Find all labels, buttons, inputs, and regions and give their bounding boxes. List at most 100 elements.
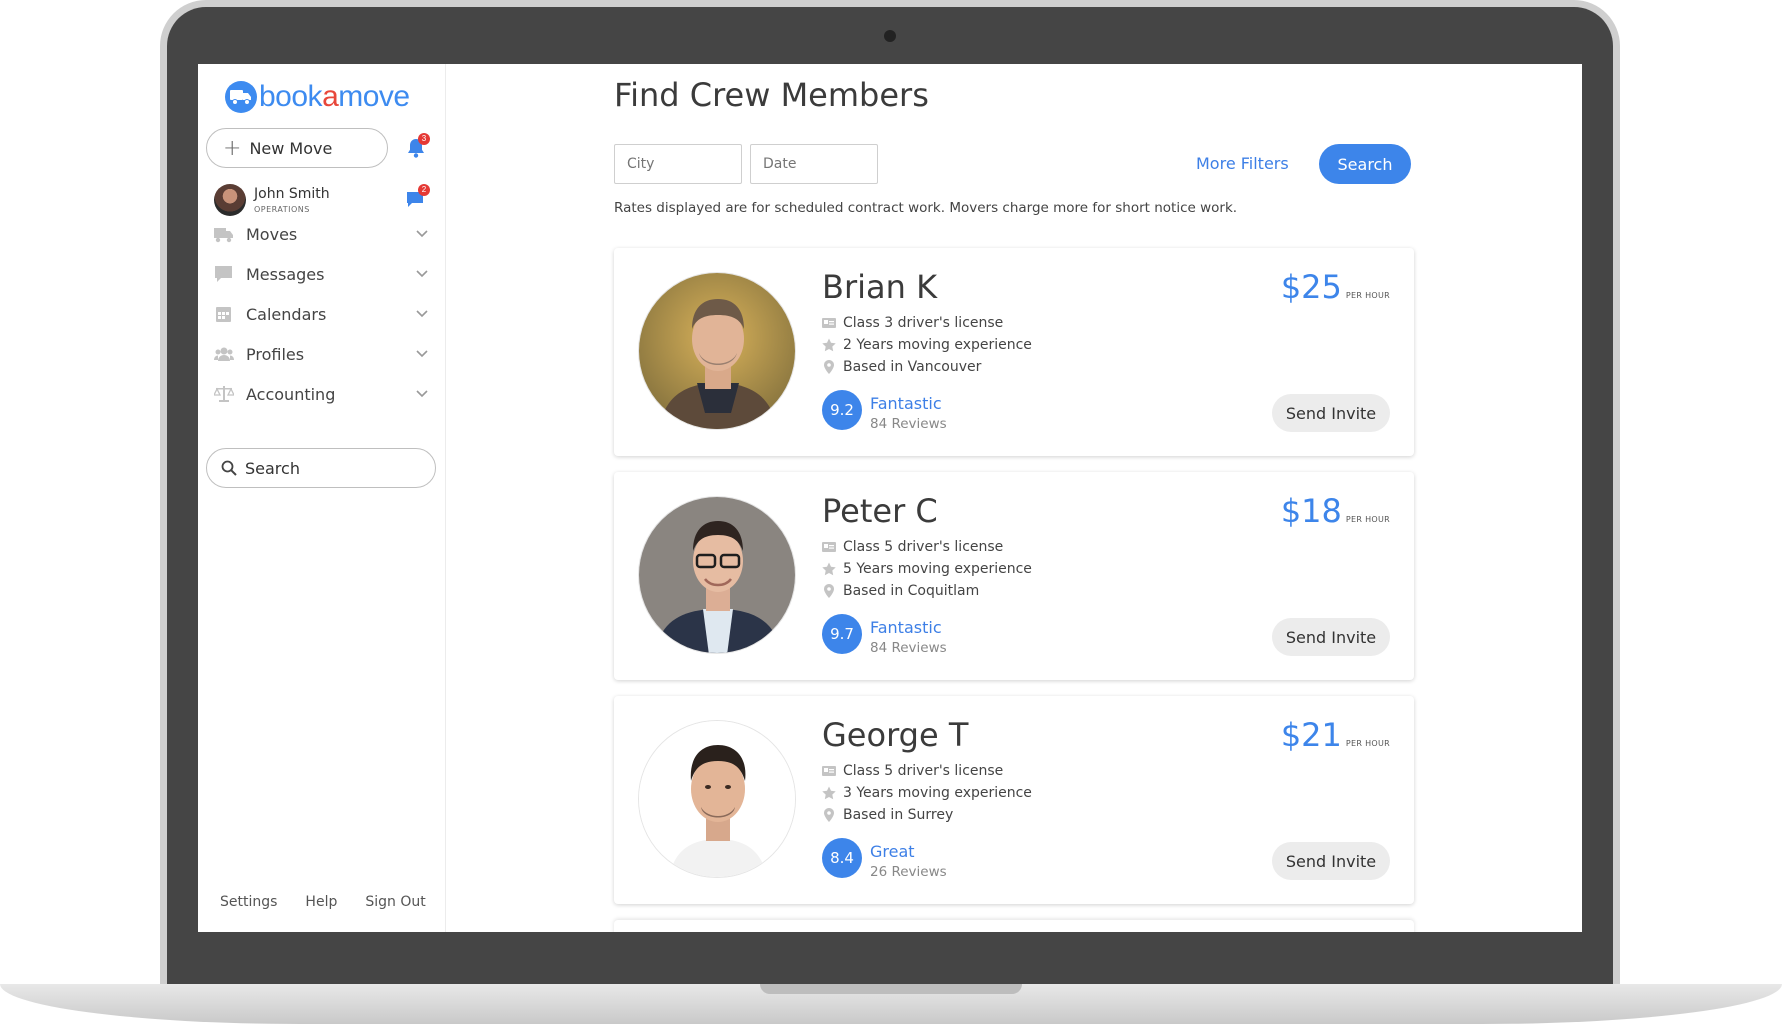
price-amount: $25 <box>1280 268 1342 306</box>
per-hour-label: PER HOUR <box>1345 291 1390 300</box>
per-hour-label: PER HOUR <box>1345 515 1390 524</box>
crew-facts: Class 5 driver's license 5 Years moving … <box>822 536 1032 602</box>
crew-card: Brian K Class 3 driver's license 2 Years… <box>614 248 1414 456</box>
sidebar-search-label: Search <box>245 458 300 478</box>
per-hour-label: PER HOUR <box>1345 739 1390 748</box>
avatar <box>214 184 246 216</box>
crew-card: Peter C Class 5 driver's license 5 Years… <box>614 472 1414 680</box>
laptop-notch <box>760 984 1022 994</box>
crew-photo <box>638 496 796 654</box>
location-pin-icon <box>824 360 834 374</box>
user-role: OPERATIONS <box>254 205 310 214</box>
users-icon <box>214 347 234 361</box>
scale-icon <box>214 386 234 402</box>
send-invite-button[interactable]: Send Invite <box>1272 842 1390 880</box>
hourly-rate: $21 PER HOUR <box>1281 716 1390 754</box>
search-icon <box>221 460 237 476</box>
calendar-icon <box>216 307 231 322</box>
user-profile[interactable]: John Smith OPERATIONS <box>214 184 330 216</box>
location-text: Based in Coquitlam <box>843 583 980 599</box>
messages-badge: 2 <box>418 184 430 196</box>
sign-out-link[interactable]: Sign Out <box>365 894 425 910</box>
score-badge: 9.7 <box>822 614 862 654</box>
user-name: John Smith <box>254 186 330 202</box>
star-icon <box>822 338 836 352</box>
location-pin-icon <box>824 808 834 822</box>
crew-photo <box>638 272 796 430</box>
score-badge: 9.2 <box>822 390 862 430</box>
crew-card: George T Class 5 driver's license 3 Year… <box>614 696 1414 904</box>
license-text: Class 5 driver's license <box>843 539 1004 555</box>
rating-label[interactable]: Fantastic <box>870 618 942 637</box>
notifications-button[interactable]: 3 <box>406 133 430 161</box>
chevron-down-icon <box>416 390 428 398</box>
sidebar-nav: Moves Messages Calendars Profiles Accoun <box>214 214 428 414</box>
chevron-down-icon <box>416 270 428 278</box>
crew-name: Brian K <box>822 268 938 306</box>
crew-photo <box>638 720 796 878</box>
sidebar-search-button[interactable]: Search <box>206 448 436 488</box>
crew-facts: Class 5 driver's license 3 Years moving … <box>822 760 1032 826</box>
app-screen: bookamove + New Move 3 John Smith OPERAT… <box>198 64 1582 932</box>
reviews-count[interactable]: 84 Reviews <box>870 640 947 656</box>
new-move-label: New Move <box>249 138 333 158</box>
sidebar: bookamove + New Move 3 John Smith OPERAT… <box>198 64 446 932</box>
license-text: Class 3 driver's license <box>843 315 1004 331</box>
price-amount: $21 <box>1280 716 1342 754</box>
sidebar-item-accounting[interactable]: Accounting <box>214 374 428 414</box>
sidebar-item-calendars[interactable]: Calendars <box>214 294 428 334</box>
reviews-count[interactable]: 84 Reviews <box>870 416 947 432</box>
page-title: Find Crew Members <box>614 76 929 114</box>
sidebar-item-label: Messages <box>246 264 325 284</box>
truck-icon <box>214 228 233 243</box>
date-input[interactable] <box>750 144 878 184</box>
star-icon <box>822 562 836 576</box>
help-link[interactable]: Help <box>305 894 337 910</box>
message-icon <box>215 266 232 282</box>
crew-facts: Class 3 driver's license 2 Years moving … <box>822 312 1032 378</box>
messages-button[interactable]: 2 <box>405 184 430 212</box>
reviews-count[interactable]: 26 Reviews <box>870 864 947 880</box>
chevron-down-icon <box>416 230 428 238</box>
location-text: Based in Surrey <box>843 807 954 823</box>
crew-name: George T <box>822 716 969 754</box>
sidebar-item-messages[interactable]: Messages <box>214 254 428 294</box>
sidebar-item-moves[interactable]: Moves <box>214 214 428 254</box>
sidebar-item-profiles[interactable]: Profiles <box>214 334 428 374</box>
rating-label[interactable]: Fantastic <box>870 394 942 413</box>
license-text: Class 5 driver's license <box>843 763 1004 779</box>
score-badge: 8.4 <box>822 838 862 878</box>
license-icon <box>822 542 836 552</box>
rating-label[interactable]: Great <box>870 842 915 861</box>
main-content: Find Crew Members More Filters Search Ra… <box>614 64 1434 932</box>
star-icon <box>822 786 836 800</box>
experience-text: 3 Years moving experience <box>843 785 1032 801</box>
send-invite-button[interactable]: Send Invite <box>1272 394 1390 432</box>
sidebar-item-label: Calendars <box>246 304 327 324</box>
brand-logo[interactable]: bookamove <box>225 78 410 116</box>
sidebar-footer: Settings Help Sign Out <box>220 894 426 910</box>
settings-link[interactable]: Settings <box>220 894 277 910</box>
chevron-down-icon <box>416 350 428 358</box>
brand-name: bookamove <box>259 80 410 113</box>
chevron-down-icon <box>416 310 428 318</box>
city-input[interactable] <box>614 144 742 184</box>
notifications-badge: 3 <box>418 133 430 145</box>
crew-name: Peter C <box>822 492 938 530</box>
price-amount: $18 <box>1280 492 1342 530</box>
truck-logo-icon <box>225 81 257 113</box>
sidebar-item-label: Profiles <box>246 344 305 364</box>
search-button[interactable]: Search <box>1319 144 1411 184</box>
sidebar-item-label: Accounting <box>246 384 336 404</box>
license-icon <box>822 766 836 776</box>
license-icon <box>822 318 836 328</box>
hourly-rate: $25 PER HOUR <box>1281 268 1390 306</box>
more-filters-link[interactable]: More Filters <box>1196 154 1289 173</box>
sidebar-item-label: Moves <box>246 224 298 244</box>
location-text: Based in Vancouver <box>843 359 982 375</box>
send-invite-button[interactable]: Send Invite <box>1272 618 1390 656</box>
experience-text: 2 Years moving experience <box>843 337 1032 353</box>
location-pin-icon <box>824 584 834 598</box>
rates-note: Rates displayed are for scheduled contra… <box>614 200 1238 216</box>
new-move-button[interactable]: + New Move <box>206 128 388 168</box>
